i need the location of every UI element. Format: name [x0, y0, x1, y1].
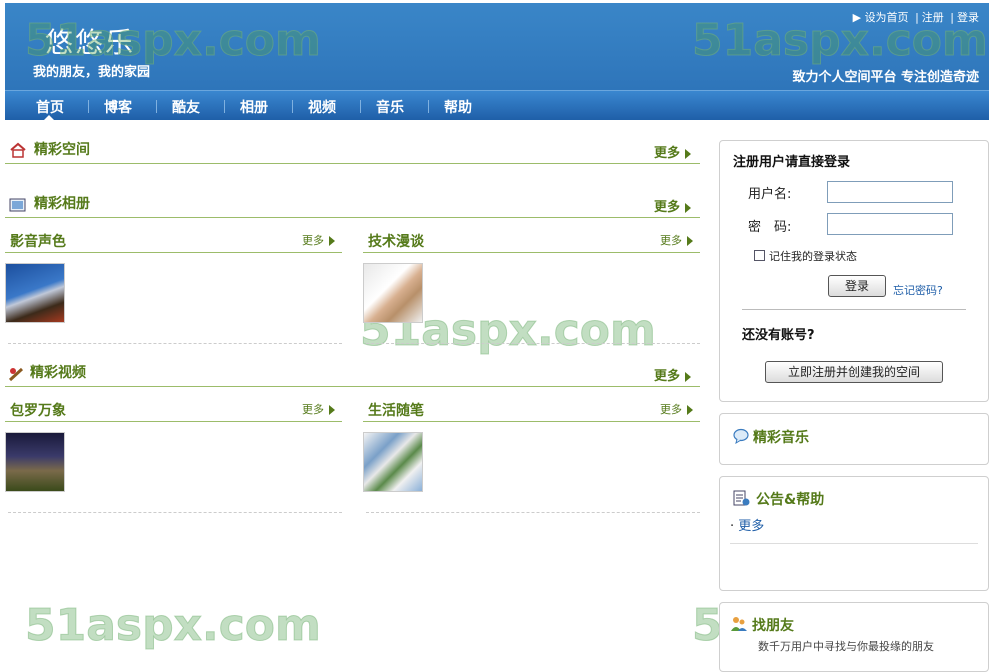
more-link-space[interactable]: 更多 [654, 142, 692, 161]
category-title[interactable]: 技术漫谈 [368, 231, 424, 251]
username-label: 用户名: [748, 187, 792, 202]
more-link-category[interactable]: 更多 [302, 232, 335, 248]
section-title-video: 精彩视频 [30, 365, 86, 381]
category-title[interactable]: 包罗万象 [10, 400, 66, 420]
register-link[interactable]: 注册 [922, 11, 944, 24]
section-title-album: 精彩相册 [34, 196, 90, 212]
more-link-video[interactable]: 更多 [654, 365, 692, 384]
more-link-category[interactable]: 更多 [302, 401, 335, 417]
nav-home[interactable]: 首页 [36, 97, 64, 117]
nav-help[interactable]: 帮助 [444, 97, 472, 117]
notice-box: 公告&帮助 · 更多 [719, 476, 989, 591]
thumbnail-image[interactable] [5, 432, 65, 492]
notice-icon [733, 490, 750, 506]
arrow-right-icon [329, 405, 335, 415]
more-link-category[interactable]: 更多 [660, 232, 693, 248]
login-box: 注册用户请直接登录 用户名: 密 码: 记住我的登录状态 登录 忘记密码? 还没… [719, 140, 989, 402]
arrow-right-icon [685, 371, 692, 382]
watermark: 51aspx.com [25, 600, 322, 652]
nav-music[interactable]: 音乐 [376, 97, 404, 117]
users-icon [731, 617, 747, 631]
username-input[interactable] [827, 181, 953, 203]
password-label: 密 码: [748, 220, 792, 235]
no-account-text: 还没有账号? [742, 328, 815, 343]
login-button[interactable]: 登录 [828, 275, 886, 297]
header: 悠悠乐 我的朋友，我的家园 ▶ 设为首页 | 注册 | 登录 致力个人空间平台 专注… [5, 3, 989, 121]
section-title-space: 精彩空间 [34, 142, 90, 158]
password-input[interactable] [827, 213, 953, 235]
friends-desc: 数千万用户中寻找与你最投缘的朋友 [758, 640, 934, 653]
category-title[interactable]: 影音声色 [10, 231, 66, 251]
arrow-right-icon [685, 202, 692, 213]
set-homepage-link[interactable]: 设为首页 [865, 11, 909, 24]
thumbnail-image[interactable] [5, 263, 65, 323]
music-title: 精彩音乐 [753, 430, 809, 446]
friends-title: 找朋友 [752, 618, 794, 634]
speech-bubble-icon [733, 428, 749, 444]
nav-blog[interactable]: 博客 [104, 97, 132, 117]
top-links: ▶ 设为首页 | 注册 | 登录 [852, 11, 979, 24]
video-icon [8, 367, 24, 382]
arrow-right-icon [685, 148, 692, 159]
site-slogan: 我的朋友，我的家园 [33, 65, 151, 80]
site-logo[interactable]: 悠悠乐 [45, 21, 135, 61]
nav-album[interactable]: 相册 [240, 97, 268, 117]
category-title[interactable]: 生活随笔 [368, 400, 424, 420]
friends-box: 找朋友 数千万用户中寻找与你最投缘的朋友 [719, 602, 989, 672]
site-tagline: 致力个人空间平台 专注创造奇迹 [792, 70, 979, 85]
more-link-category[interactable]: 更多 [660, 401, 693, 417]
arrow-right-icon [329, 236, 335, 246]
nav-video[interactable]: 视频 [308, 97, 336, 117]
more-link-album[interactable]: 更多 [654, 196, 692, 215]
play-arrow-icon: ▶ [852, 11, 862, 24]
music-box: 精彩音乐 [719, 413, 989, 465]
main-nav: 首页 博客 酷友 相册 视频 音乐 帮助 [5, 90, 989, 121]
arrow-right-icon [687, 236, 693, 246]
register-button[interactable]: 立即注册并创建我的空间 [765, 361, 943, 383]
thumbnail-image[interactable] [363, 263, 423, 323]
bullet: · [730, 519, 735, 534]
notice-title: 公告&帮助 [756, 492, 825, 508]
nav-active-indicator [43, 115, 55, 121]
thumbnail-image[interactable] [363, 432, 423, 492]
remember-label: 记住我的登录状态 [769, 250, 857, 263]
login-title: 注册用户请直接登录 [733, 155, 851, 170]
arrow-right-icon [687, 405, 693, 415]
forgot-password-link[interactable]: 忘记密码? [893, 282, 943, 298]
notice-more-link[interactable]: 更多 [738, 519, 764, 534]
login-link[interactable]: 登录 [957, 11, 979, 24]
album-icon [9, 198, 26, 212]
remember-checkbox[interactable] [754, 250, 765, 261]
nav-friends[interactable]: 酷友 [172, 97, 200, 117]
home-icon [10, 142, 26, 158]
